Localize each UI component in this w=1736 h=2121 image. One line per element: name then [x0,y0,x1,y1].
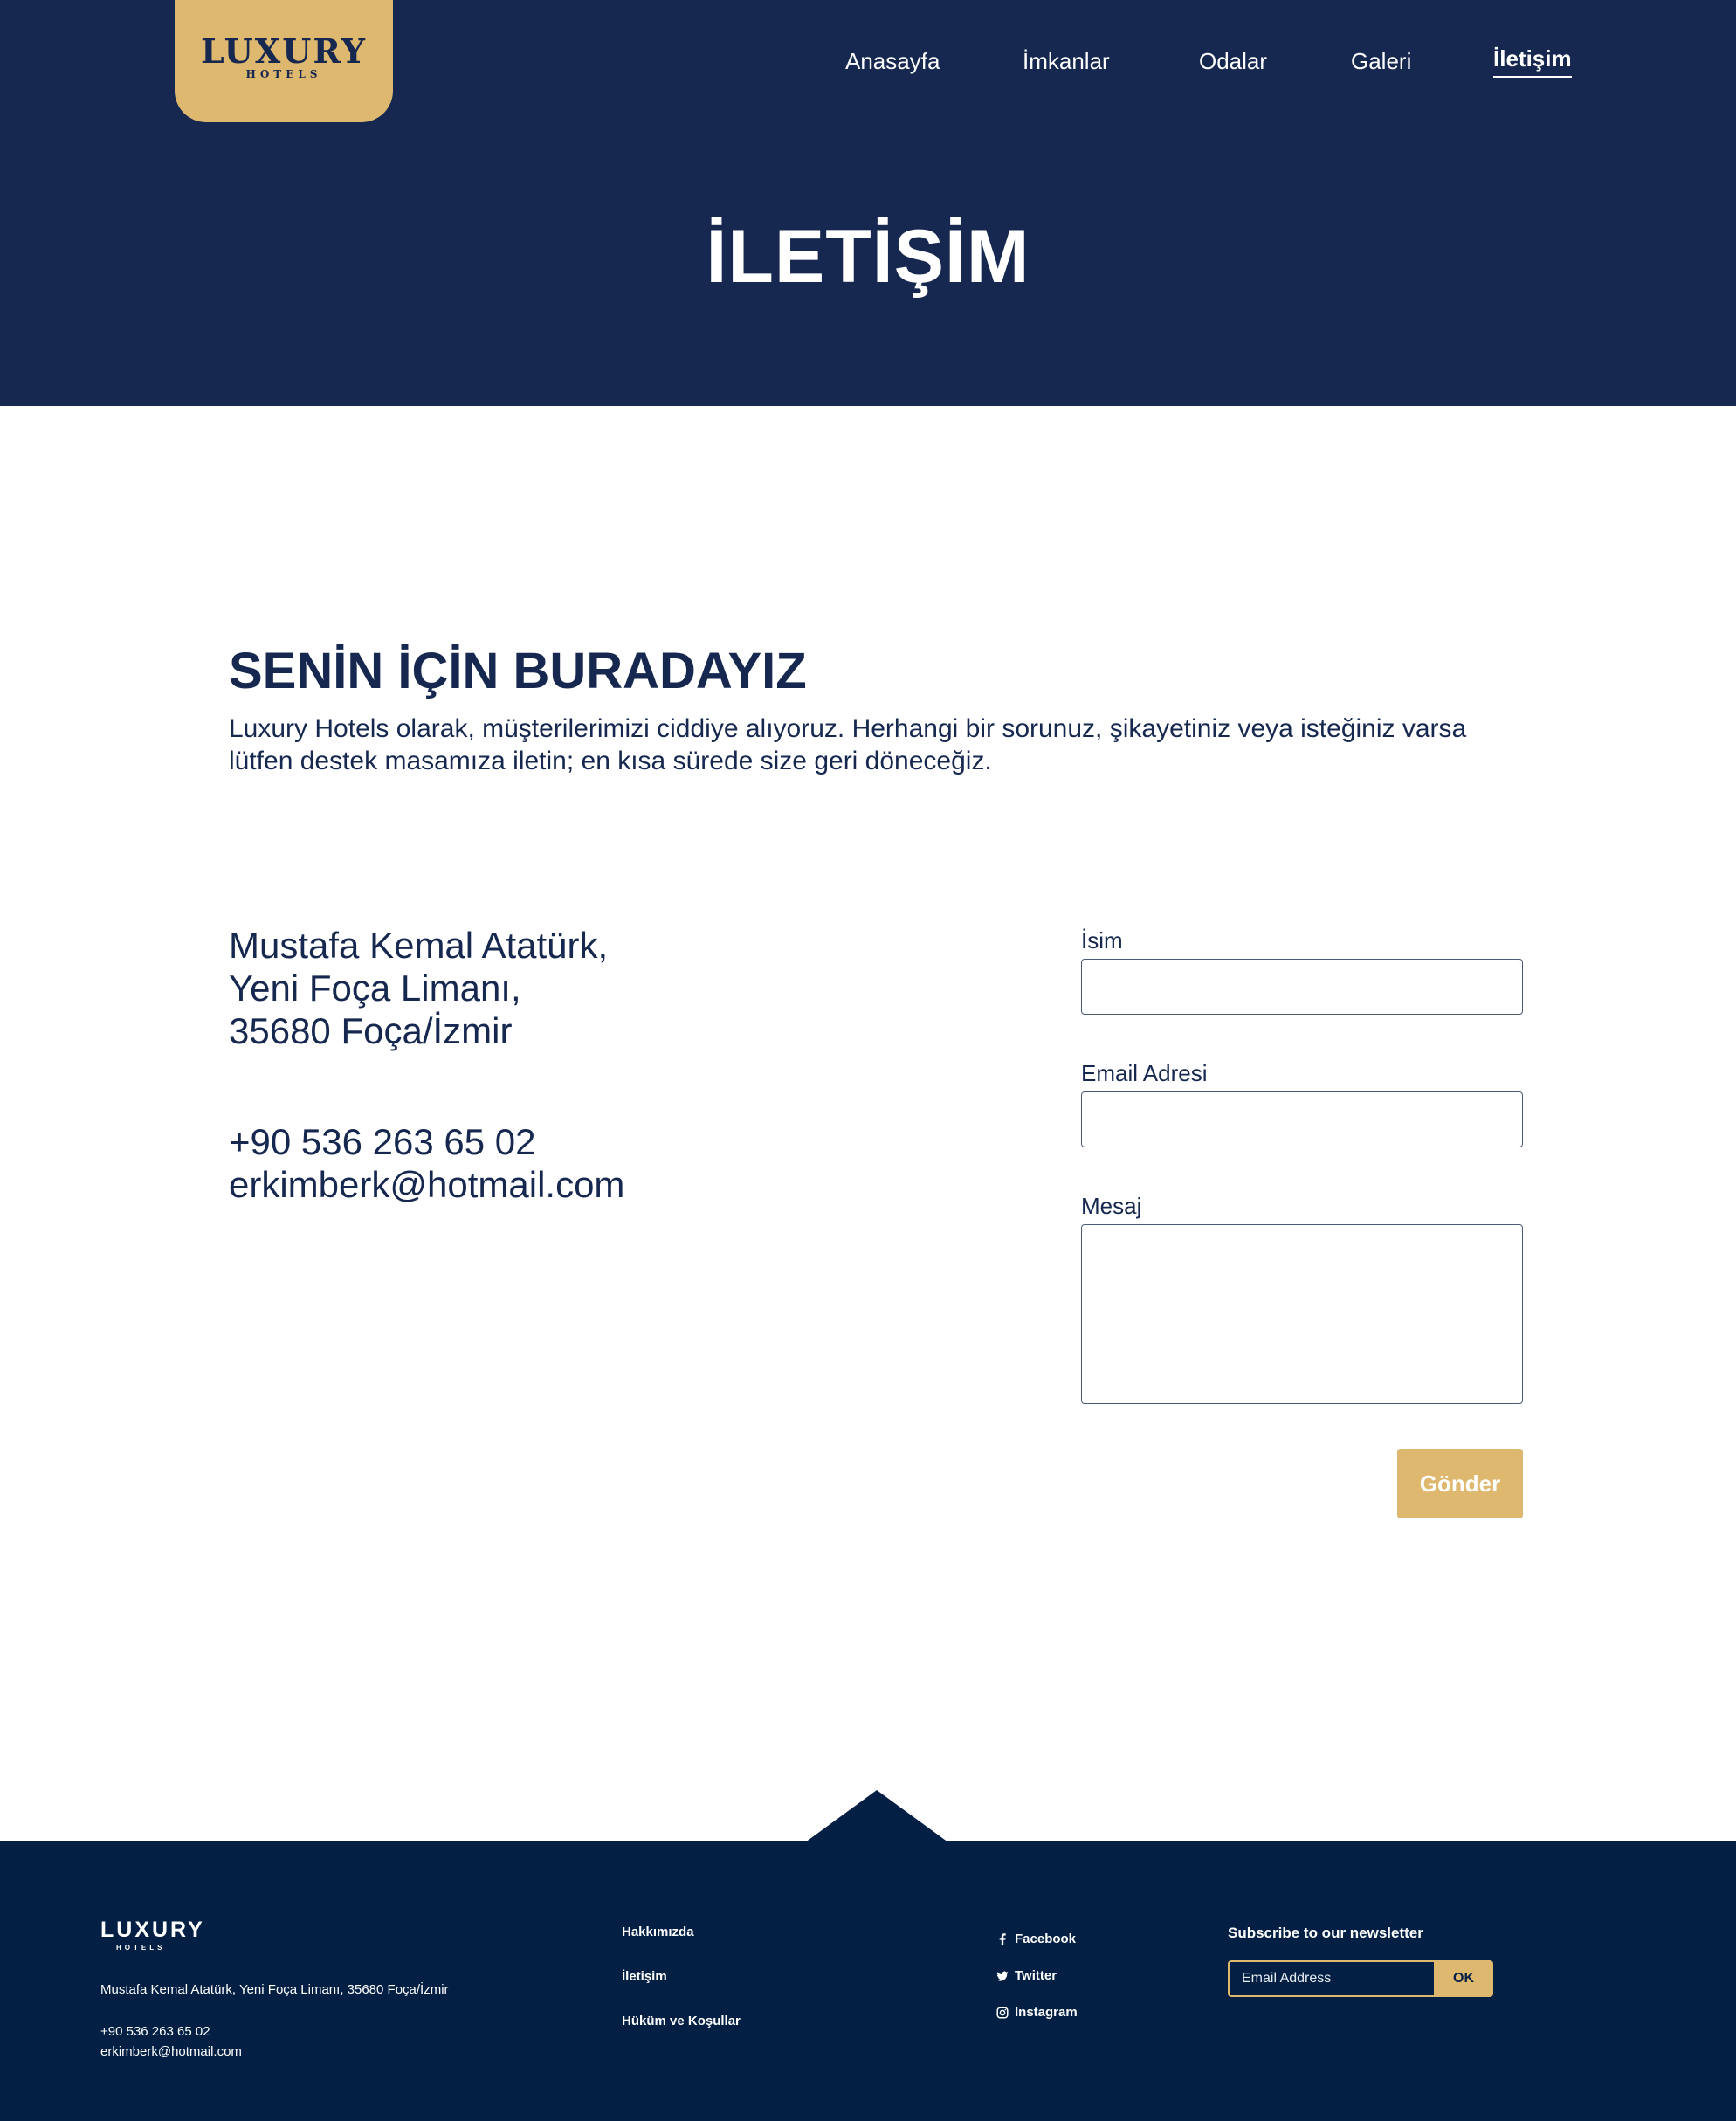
contact-block: +90 536 263 65 02 erkimberk@hotmail.com [229,1120,624,1206]
footer-link-iletisim[interactable]: İletişim [622,1969,667,1984]
name-field[interactable] [1081,959,1523,1015]
address-block: Mustafa Kemal Atatürk, Yeni Foça Limanı,… [229,924,608,1052]
main-nav: Anasayfa İmkanlar Odalar Galeri İletişim [0,44,1736,79]
submit-button[interactable]: Gönder [1397,1449,1523,1518]
footer-social-instagram[interactable]: Instagram [996,2005,1078,2020]
footer-email: erkimberk@hotmail.com [100,2044,242,2059]
address-line: Yeni Foça Limanı, [229,968,521,1009]
instagram-label: Instagram [1015,2005,1078,2020]
facebook-icon [999,1932,1006,1945]
page-header: LUXURY HOTELS Anasayfa İmkanlar Odalar G… [0,0,1736,406]
nav-item-imkanlar[interactable]: İmkanlar [1023,48,1110,75]
newsletter-title: Subscribe to our newsletter [1228,1925,1423,1941]
nav-item-odalar[interactable]: Odalar [1199,48,1267,75]
section-heading: SENİN İÇİN BURADAYIZ [229,643,807,699]
email-address: erkimberk@hotmail.com [229,1164,625,1205]
nav-item-galeri[interactable]: Galeri [1351,48,1411,75]
footer-link-hukum[interactable]: Hüküm ve Koşullar [622,2014,741,2028]
email-label: Email Adresi [1081,1060,1208,1086]
email-field[interactable] [1081,1091,1523,1147]
page-title: İLETİŞİM [706,215,1030,299]
facebook-label: Facebook [1015,1932,1077,1946]
footer-phone: +90 536 263 65 02 [100,2024,210,2039]
twitter-icon [996,1971,1009,1981]
address-line: 35680 Foça/İzmir [229,1010,513,1051]
twitter-label: Twitter [1015,1968,1057,1983]
message-field[interactable] [1081,1224,1523,1404]
intro-paragraph: Luxury Hotels olarak, müşterilerimizi ci… [229,714,1467,775]
message-label: Mesaj [1081,1193,1142,1219]
address-line: Mustafa Kemal Atatürk, [229,925,609,966]
footer-link-hakkimizda[interactable]: Hakkımızda [622,1925,694,1939]
name-label: İsim [1081,927,1123,954]
newsletter-submit-button[interactable]: OK [1434,1960,1493,1997]
footer-address: Mustafa Kemal Atatürk, Yeni Foça Limanı,… [100,1982,449,1997]
footer-social-twitter[interactable]: Twitter [996,1968,1057,1983]
footer-peak-decoration [805,1790,948,1842]
nav-item-anasayfa[interactable]: Anasayfa [845,48,940,75]
footer-social-facebook[interactable]: Facebook [996,1932,1076,1946]
nav-item-iletisim[interactable]: İletişim [1493,45,1572,78]
instagram-icon [996,2006,1009,2019]
phone-number: +90 536 263 65 02 [229,1121,536,1162]
footer-logo-subtext: HOTELS [116,1944,166,1952]
newsletter-email-input[interactable] [1228,1960,1434,1997]
site-footer: LUXURY HOTELS Mustafa Kemal Atatürk, Yen… [0,1841,1736,2121]
footer-logo[interactable]: LUXURY [100,1918,205,1943]
